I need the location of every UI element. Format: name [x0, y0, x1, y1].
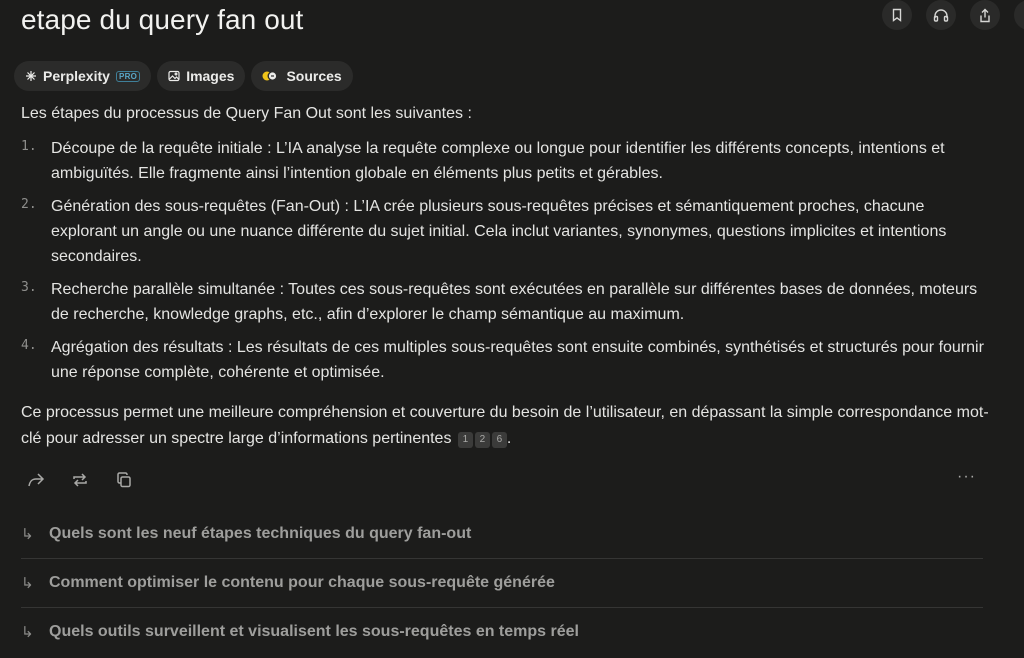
sources-favicons-icon: [262, 71, 277, 81]
share-icon: [980, 8, 990, 22]
reply-arrow-icon: ↳: [21, 526, 34, 543]
related-item-text: Quels outils surveillent et visualisent …: [49, 623, 579, 640]
related-questions: ↳ Quels sont les neuf étapes techniques …: [21, 510, 983, 656]
share-answer-button[interactable]: [26, 470, 46, 490]
copy-button[interactable]: [114, 470, 134, 490]
tab-sources[interactable]: Sources: [251, 61, 353, 91]
answer-conclusion: Ce processus permet une meilleure compré…: [21, 400, 996, 451]
list-item: 2. Génération des sous-requêtes (Fan-Out…: [21, 194, 991, 269]
related-item[interactable]: ↳ Quels sont les neuf étapes techniques …: [21, 510, 983, 559]
reply-arrow-icon: ↳: [21, 624, 34, 641]
list-item: 3. Recherche parallèle simultanée : Tout…: [21, 277, 991, 327]
bookmark-button[interactable]: [882, 0, 912, 30]
rewrite-icon: [73, 473, 87, 487]
pro-badge: PRO: [115, 70, 141, 82]
citation-badge[interactable]: 2: [474, 431, 490, 448]
citation-badge[interactable]: 6: [491, 431, 507, 448]
rewrite-button[interactable]: [70, 470, 90, 490]
step-text: Découpe de la requête initiale : L’IA an…: [51, 140, 945, 182]
listen-button[interactable]: [926, 0, 956, 30]
tab-images[interactable]: Images: [157, 61, 246, 91]
related-item[interactable]: ↳ Quels outils surveillent et visualisen…: [21, 608, 983, 656]
conclusion-end: .: [506, 429, 512, 447]
perplexity-logo-icon: [26, 71, 36, 81]
headphones-icon: [933, 9, 949, 22]
steps-list: 1. Découpe de la requête initiale : L’IA…: [21, 136, 991, 393]
step-number: 3.: [21, 280, 37, 295]
tab-sources-label: Sources: [286, 68, 342, 84]
related-item[interactable]: ↳ Comment optimiser le contenu pour chaq…: [21, 559, 983, 608]
answer-intro: Les étapes du processus de Query Fan Out…: [21, 105, 472, 122]
more-options-button[interactable]: ···: [957, 468, 976, 486]
citation-badge[interactable]: 1: [457, 431, 473, 448]
step-text: Génération des sous-requêtes (Fan-Out) :…: [51, 198, 947, 265]
answer-actions: [26, 470, 134, 490]
reply-arrow-icon: ↳: [21, 575, 34, 592]
image-icon: [168, 70, 180, 82]
page-title: etape du query fan out: [21, 4, 304, 35]
copy-icon: [117, 472, 131, 488]
answer-tabs: Perplexity PRO Images Sources: [14, 61, 353, 91]
tab-images-label: Images: [186, 68, 235, 84]
related-item-text: Quels sont les neuf étapes techniques du…: [49, 525, 472, 542]
step-number: 2.: [21, 197, 37, 212]
related-item-text: Comment optimiser le contenu pour chaque…: [49, 574, 555, 591]
list-item: 4. Agrégation des résultats : Les résult…: [21, 335, 991, 385]
share-arrow-icon: [28, 473, 45, 487]
bookmark-icon: [892, 8, 902, 22]
step-number: 1.: [21, 139, 37, 154]
top-actions: ·: [882, 0, 1024, 30]
more-top-button[interactable]: ·: [1014, 0, 1024, 30]
step-text: Agrégation des résultats : Les résultats…: [51, 339, 984, 381]
tab-perplexity-label: Perplexity: [43, 68, 110, 84]
step-text: Recherche parallèle simultanée : Toutes …: [51, 281, 978, 323]
step-number: 4.: [21, 338, 37, 353]
list-item: 1. Découpe de la requête initiale : L’IA…: [21, 136, 991, 186]
share-button[interactable]: [970, 0, 1000, 30]
tab-perplexity[interactable]: Perplexity PRO: [14, 61, 152, 91]
